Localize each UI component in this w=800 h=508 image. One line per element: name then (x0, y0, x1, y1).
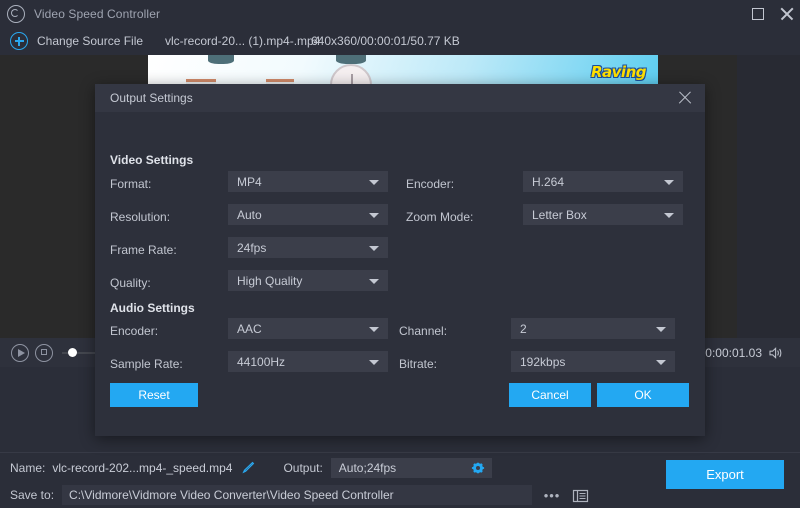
save-to-path-value: C:\Vidmore\Vidmore Video Converter\Video… (69, 488, 394, 502)
audio-encoder-select[interactable]: AAC (228, 318, 388, 339)
zoom-mode-select[interactable]: Letter Box (523, 204, 683, 225)
bitrate-label: Bitrate: (399, 357, 437, 371)
audio-encoder-value: AAC (237, 322, 262, 336)
plus-circle-icon[interactable] (10, 32, 28, 50)
close-icon[interactable] (678, 91, 692, 105)
gear-icon[interactable] (471, 461, 485, 475)
zoom-mode-label: Zoom Mode: (406, 210, 473, 224)
output-format-value: Auto;24fps (339, 461, 396, 475)
toolbar: Change Source File vlc-record-20... (1).… (0, 27, 800, 55)
play-circle-icon[interactable] (11, 344, 29, 362)
resolution-value: Auto (237, 208, 262, 222)
window-title: Video Speed Controller (34, 7, 160, 21)
save-to-path-input[interactable]: C:\Vidmore\Vidmore Video Converter\Video… (62, 485, 532, 505)
format-select[interactable]: MP4 (228, 171, 388, 192)
bitrate-value: 192kbps (520, 355, 565, 369)
video-lamp-2 (336, 55, 366, 64)
format-value: MP4 (237, 175, 262, 189)
reset-button[interactable]: Reset (110, 383, 198, 407)
dialog-header: Output Settings (95, 84, 705, 112)
resolution-label: Resolution: (110, 210, 170, 224)
pencil-icon[interactable] (241, 461, 255, 475)
bottom-panel: Name: vlc-record-202...mp4-_speed.mp4 Ou… (0, 452, 800, 508)
video-encoder-label: Encoder: (406, 177, 454, 191)
dialog-body: Video Settings Format: MP4 Resolution: A… (95, 112, 705, 436)
video-encoder-select[interactable]: H.264 (523, 171, 683, 192)
dialog-title: Output Settings (110, 91, 193, 105)
chevron-down-icon (656, 360, 666, 365)
chevron-down-icon (369, 327, 379, 332)
chevron-down-icon (369, 279, 379, 284)
output-format-box[interactable]: Auto;24fps (331, 458, 492, 478)
output-settings-dialog: Output Settings Video Settings Format: M… (95, 84, 705, 436)
browse-button[interactable]: ••• (540, 486, 564, 504)
bitrate-select[interactable]: 192kbps (511, 351, 675, 372)
audio-encoder-label: Encoder: (110, 324, 158, 338)
channel-select[interactable]: 2 (511, 318, 675, 339)
source-file-meta: 640x360/00:00:01/50.77 KB (311, 34, 460, 48)
stage-right-rail (737, 55, 800, 338)
chevron-down-icon (369, 213, 379, 218)
speed-gauge-icon (7, 5, 25, 23)
quality-label: Quality: (110, 276, 151, 290)
video-encoder-value: H.264 (532, 175, 564, 189)
close-icon[interactable] (780, 7, 794, 21)
save-to-label: Save to: (10, 488, 54, 502)
window-controls (752, 0, 794, 27)
zoom-mode-value: Letter Box (532, 208, 587, 222)
sample-rate-value: 44100Hz (237, 355, 285, 369)
volume-icon[interactable] (768, 346, 784, 360)
sample-rate-label: Sample Rate: (110, 357, 183, 371)
output-name-value: vlc-record-202...mp4-_speed.mp4 (52, 461, 232, 475)
sample-rate-select[interactable]: 44100Hz (228, 351, 388, 372)
audio-settings-heading: Audio Settings (110, 301, 195, 315)
chevron-down-icon (369, 360, 379, 365)
source-file-name: vlc-record-20... (1).mp4-.mp4 (165, 34, 320, 48)
quality-value: High Quality (237, 274, 302, 288)
frame-rate-select[interactable]: 24fps (228, 237, 388, 258)
cancel-button[interactable]: Cancel (509, 383, 591, 407)
quality-select[interactable]: High Quality (228, 270, 388, 291)
stop-circle-icon[interactable] (35, 344, 53, 362)
format-label: Format: (110, 177, 151, 191)
chevron-down-icon (656, 327, 666, 332)
resolution-select[interactable]: Auto (228, 204, 388, 225)
current-time: 00:00:01.03 (699, 346, 762, 360)
maximize-icon[interactable] (752, 8, 764, 20)
video-lamp-1 (208, 55, 234, 64)
ok-button[interactable]: OK (597, 383, 689, 407)
title-bar: Video Speed Controller (0, 0, 800, 27)
channel-label: Channel: (399, 324, 447, 338)
frame-rate-label: Frame Rate: (110, 243, 177, 257)
chevron-down-icon (664, 180, 674, 185)
video-settings-heading: Video Settings (110, 153, 193, 167)
chevron-down-icon (664, 213, 674, 218)
folder-icon[interactable] (572, 488, 590, 503)
name-label: Name: (10, 461, 45, 475)
chevron-down-icon (369, 246, 379, 251)
output-label: Output: (283, 461, 322, 475)
frame-rate-value: 24fps (237, 241, 266, 255)
export-button[interactable]: Export (666, 460, 784, 489)
change-source-file-button[interactable]: Change Source File (37, 34, 143, 48)
channel-value: 2 (520, 322, 527, 336)
app-window: Video Speed Controller Change Source Fil… (0, 0, 800, 507)
video-watermark: Raving (591, 63, 646, 81)
chevron-down-icon (369, 180, 379, 185)
seek-handle[interactable] (68, 348, 77, 357)
